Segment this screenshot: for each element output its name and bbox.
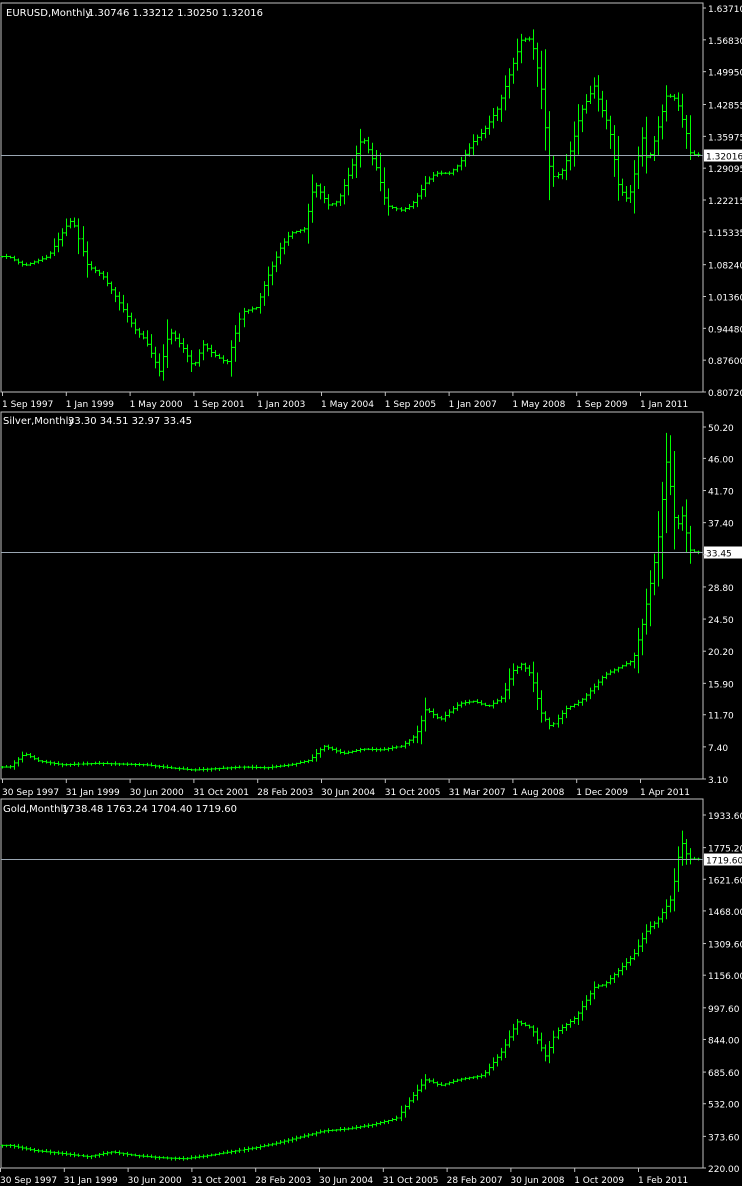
eurusd-y-tick-label: 1.56830 bbox=[708, 37, 742, 47]
eurusd-y-tick-label: 0.94480 bbox=[708, 325, 742, 335]
silver-x-tick-label: 1 Apr 2011 bbox=[640, 788, 690, 798]
gold-symbol-label: Gold,Monthly bbox=[3, 804, 69, 815]
gold-y-tick-label: 1933.60 bbox=[708, 812, 742, 822]
gold-y-tick-label: 373.60 bbox=[708, 1133, 740, 1143]
gold-y-tick-label: 1309.60 bbox=[708, 941, 742, 951]
silver-y-tick-label: 28.80 bbox=[708, 584, 734, 594]
silver-y-tick-label: 7.40 bbox=[708, 744, 728, 754]
eurusd-x-tick-label: 1 May 2000 bbox=[130, 400, 183, 410]
silver-x-tick-label: 31 Jan 1999 bbox=[66, 788, 120, 798]
silver-current-price-label: 33.45 bbox=[706, 550, 732, 560]
gold-x-tick-label: 30 Jun 2000 bbox=[128, 1176, 182, 1186]
gold-x-tick-label: 28 Feb 2003 bbox=[255, 1176, 311, 1186]
gold-x-tick-label: 1 Oct 2009 bbox=[574, 1176, 624, 1186]
gold-x-tick-label: 31 Oct 2005 bbox=[383, 1176, 439, 1186]
silver-symbol-label: Silver,Monthly bbox=[3, 416, 74, 427]
silver-x-tick-label: 31 Oct 2005 bbox=[385, 788, 441, 798]
gold-y-tick-label: 844.00 bbox=[708, 1036, 740, 1046]
eurusd-y-tick-label: 1.01360 bbox=[708, 293, 742, 303]
eurusd-x-tick-label: 1 Jan 1999 bbox=[66, 400, 114, 410]
gold-y-tick-label: 532.00 bbox=[708, 1101, 740, 1111]
eurusd-x-tick-label: 1 Sep 2001 bbox=[193, 400, 244, 410]
silver-y-tick-label: 15.90 bbox=[708, 680, 734, 690]
silver-x-tick-label: 1 Dec 2009 bbox=[576, 788, 628, 798]
silver-x-tick-label: 30 Jun 2000 bbox=[130, 788, 184, 798]
silver-y-tick-label: 20.20 bbox=[708, 648, 734, 658]
silver-y-tick-label: 41.70 bbox=[708, 488, 734, 498]
gold-y-tick-label: 1468.00 bbox=[708, 908, 742, 918]
gold-x-tick-label: 1 Feb 2011 bbox=[638, 1176, 688, 1186]
gold-y-tick-label: 685.60 bbox=[708, 1069, 740, 1079]
eurusd-y-tick-label: 1.08240 bbox=[708, 262, 742, 272]
gold-x-tick-label: 28 Feb 2007 bbox=[447, 1176, 503, 1186]
gold-x-tick-label: 30 Jun 2008 bbox=[510, 1176, 564, 1186]
eurusd-x-tick-label: 1 Jan 2007 bbox=[449, 400, 497, 410]
eurusd-x-tick-label: 1 May 2004 bbox=[321, 400, 374, 410]
silver-x-tick-label: 30 Sep 1997 bbox=[2, 788, 59, 798]
eurusd-y-tick-label: 1.22215 bbox=[708, 197, 742, 207]
silver-ohlc-label: 33.30 34.51 32.97 33.45 bbox=[68, 416, 192, 427]
eurusd-x-tick-label: 1 Sep 2009 bbox=[576, 400, 628, 410]
eurusd-symbol-label: EURUSD,Monthly bbox=[6, 8, 91, 19]
eurusd-x-tick-label: 1 Jan 2011 bbox=[640, 400, 688, 410]
silver-y-tick-label: 50.20 bbox=[708, 424, 734, 434]
gold-y-tick-label: 1775.20 bbox=[708, 845, 742, 855]
silver-x-tick-label: 28 Feb 2003 bbox=[257, 788, 313, 798]
background bbox=[0, 0, 742, 1186]
eurusd-x-tick-label: 1 Jan 2003 bbox=[257, 400, 305, 410]
gold-ohlc-label: 1738.48 1763.24 1704.40 1719.60 bbox=[62, 804, 237, 815]
silver-x-tick-label: 1 Aug 2008 bbox=[512, 788, 564, 798]
eurusd-x-tick-label: 1 Sep 1997 bbox=[2, 400, 53, 410]
eurusd-ohlc-label: 1.30746 1.33212 1.30250 1.32016 bbox=[88, 8, 263, 19]
silver-x-tick-label: 31 Oct 2001 bbox=[193, 788, 249, 798]
eurusd-y-tick-label: 0.87600 bbox=[708, 357, 742, 367]
eurusd-x-tick-label: 1 May 2008 bbox=[512, 400, 565, 410]
silver-y-tick-label: 37.40 bbox=[708, 520, 734, 530]
gold-y-tick-label: 997.60 bbox=[708, 1005, 740, 1015]
silver-y-tick-label: 46.00 bbox=[708, 455, 734, 465]
gold-y-tick-label: 1156.00 bbox=[708, 972, 742, 982]
eurusd-y-tick-label: 0.80720 bbox=[708, 389, 742, 399]
gold-x-tick-label: 31 Oct 2001 bbox=[191, 1176, 247, 1186]
silver-y-tick-label: 24.50 bbox=[708, 616, 734, 626]
eurusd-y-tick-label: 1.42855 bbox=[708, 101, 742, 111]
eurusd-y-tick-label: 1.15335 bbox=[708, 229, 742, 239]
gold-x-tick-label: 30 Sep 1997 bbox=[0, 1176, 57, 1186]
eurusd-x-tick-label: 1 Sep 2005 bbox=[385, 400, 436, 410]
gold-x-tick-label: 30 Jun 2004 bbox=[319, 1176, 373, 1186]
eurusd-y-tick-label: 1.49950 bbox=[708, 69, 742, 79]
eurusd-y-tick-label: 1.63710 bbox=[708, 5, 742, 15]
eurusd-y-tick-label: 1.29095 bbox=[708, 165, 742, 175]
gold-current-price-label: 1719.60 bbox=[706, 857, 742, 867]
gold-y-tick-label: 1621.60 bbox=[708, 876, 742, 886]
gold-x-tick-label: 31 Jan 1999 bbox=[64, 1176, 118, 1186]
silver-x-tick-label: 31 Mar 2007 bbox=[449, 788, 506, 798]
gold-y-tick-label: 220.00 bbox=[708, 1165, 740, 1175]
eurusd-y-tick-label: 1.35975 bbox=[708, 133, 742, 143]
eurusd-current-price-label: 1.32016 bbox=[706, 153, 742, 163]
silver-y-tick-label: 11.70 bbox=[708, 712, 734, 722]
silver-y-tick-label: 3.10 bbox=[708, 776, 728, 786]
charts-svg: EURUSD,Monthly 1.30746 1.33212 1.30250 1… bbox=[0, 0, 742, 1186]
silver-x-tick-label: 30 Jun 2004 bbox=[321, 788, 375, 798]
